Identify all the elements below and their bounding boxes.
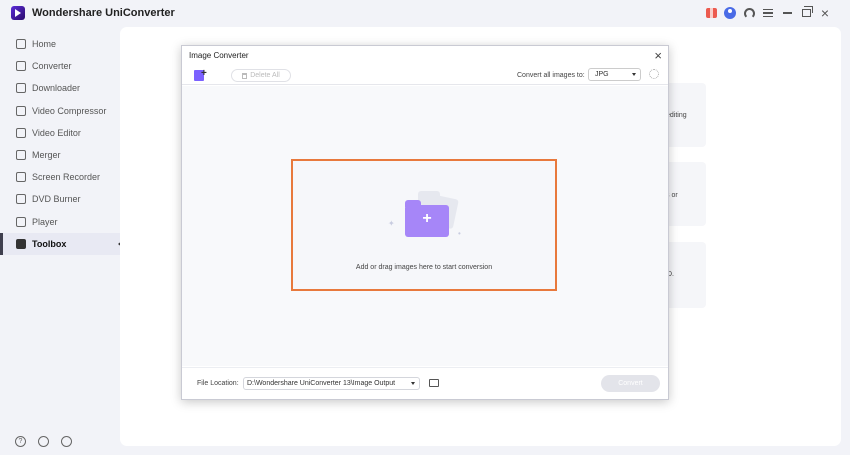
sidebar-item-label: Home [32, 39, 57, 50]
add-image-icon[interactable] [194, 68, 207, 81]
convert-all-label: Convert all images to: [517, 72, 585, 79]
drop-zone-hint: Add or drag images here to start convers… [355, 264, 493, 271]
sidebar-item-video-editor[interactable]: Video Editor [0, 122, 120, 144]
account-icon[interactable] [721, 5, 739, 21]
close-button[interactable]: × [816, 5, 834, 21]
sidebar-item-label: Toolbox [32, 238, 67, 249]
home-icon [16, 39, 26, 50]
converter-icon [16, 61, 26, 72]
restore-button[interactable] [797, 5, 815, 21]
file-location-label: File Location: [197, 380, 239, 387]
dialog-body: ✦ • + Add or drag images here to start c… [182, 86, 668, 366]
sidebar-item-player[interactable]: Player [0, 211, 120, 233]
app-title: Wondershare UniConverter [32, 7, 175, 19]
compress-icon [16, 105, 26, 116]
sidebar-item-label: Screen Recorder [32, 172, 101, 183]
sidebar-item-label: Downloader [32, 83, 81, 94]
file-location-select[interactable]: D:\Wondershare UniConverter 13\Image Out… [243, 377, 420, 390]
sidebar-item-home[interactable]: Home [0, 33, 120, 55]
gear-icon[interactable] [649, 69, 659, 79]
help-icon[interactable]: ? [15, 436, 26, 447]
scissors-icon [16, 127, 26, 138]
sidebar-item-label: Player [32, 216, 58, 227]
output-format-value: JPG [595, 71, 609, 78]
image-converter-dialog: Image Converter × Delete All Convert all… [181, 45, 669, 400]
trash-icon [242, 72, 248, 79]
dialog-title: Image Converter [189, 51, 249, 60]
sidebar-item-label: DVD Burner [32, 194, 81, 205]
grid-icon [16, 238, 26, 249]
dialog-header: Image Converter × Delete All Convert all… [182, 46, 668, 85]
sidebar-item-label: Converter [32, 61, 72, 72]
download-icon [16, 83, 26, 94]
tool-card-text: editing [666, 112, 687, 119]
bell-icon[interactable] [38, 436, 49, 447]
headset-icon[interactable] [740, 5, 758, 21]
play-icon [16, 216, 26, 227]
file-location-value: D:\Wondershare UniConverter 13\Image Out… [247, 380, 396, 387]
sidebar-item-video-compressor[interactable]: Video Compressor [0, 100, 120, 122]
menu-icon[interactable] [759, 5, 777, 21]
dialog-footer: File Location: D:\Wondershare UniConvert… [182, 367, 668, 400]
close-icon[interactable]: × [654, 48, 662, 63]
chevron-down-icon [411, 382, 415, 385]
sidebar-item-screen-recorder[interactable]: Screen Recorder [0, 166, 120, 188]
app-logo-icon [11, 6, 25, 20]
disc-icon [16, 194, 26, 205]
merge-icon [16, 150, 26, 161]
sidebar-item-label: Video Editor [32, 127, 81, 138]
sidebar-item-dvd-burner[interactable]: DVD Burner [0, 188, 120, 210]
sidebar-item-toolbox[interactable]: Toolbox [0, 232, 123, 256]
sidebar-item-merger[interactable]: Merger [0, 144, 120, 166]
image-drop-zone[interactable]: ✦ • + Add or drag images here to start c… [291, 159, 557, 291]
convert-button[interactable]: Convert [601, 375, 660, 392]
feedback-icon[interactable] [61, 436, 72, 447]
output-format-select[interactable]: JPG [588, 68, 641, 81]
sidebar-item-label: Merger [32, 150, 61, 161]
sidebar-item-label: Video Compressor [32, 105, 107, 116]
chevron-down-icon [632, 73, 636, 76]
open-folder-icon[interactable] [429, 379, 439, 387]
record-icon [16, 172, 26, 183]
sidebar-item-converter[interactable]: Converter [0, 55, 120, 77]
sidebar: Home Converter Downloader Video Compress… [0, 33, 123, 256]
delete-all-button[interactable]: Delete All [231, 69, 291, 82]
convert-button-label: Convert [618, 380, 643, 387]
add-folder-icon: ✦ • + [388, 191, 464, 241]
gift-icon[interactable] [702, 5, 720, 21]
delete-all-label: Delete All [250, 72, 280, 79]
minimize-button[interactable] [778, 5, 796, 21]
sidebar-item-downloader[interactable]: Downloader [0, 77, 120, 99]
title-bar: Wondershare UniConverter × [0, 0, 850, 26]
